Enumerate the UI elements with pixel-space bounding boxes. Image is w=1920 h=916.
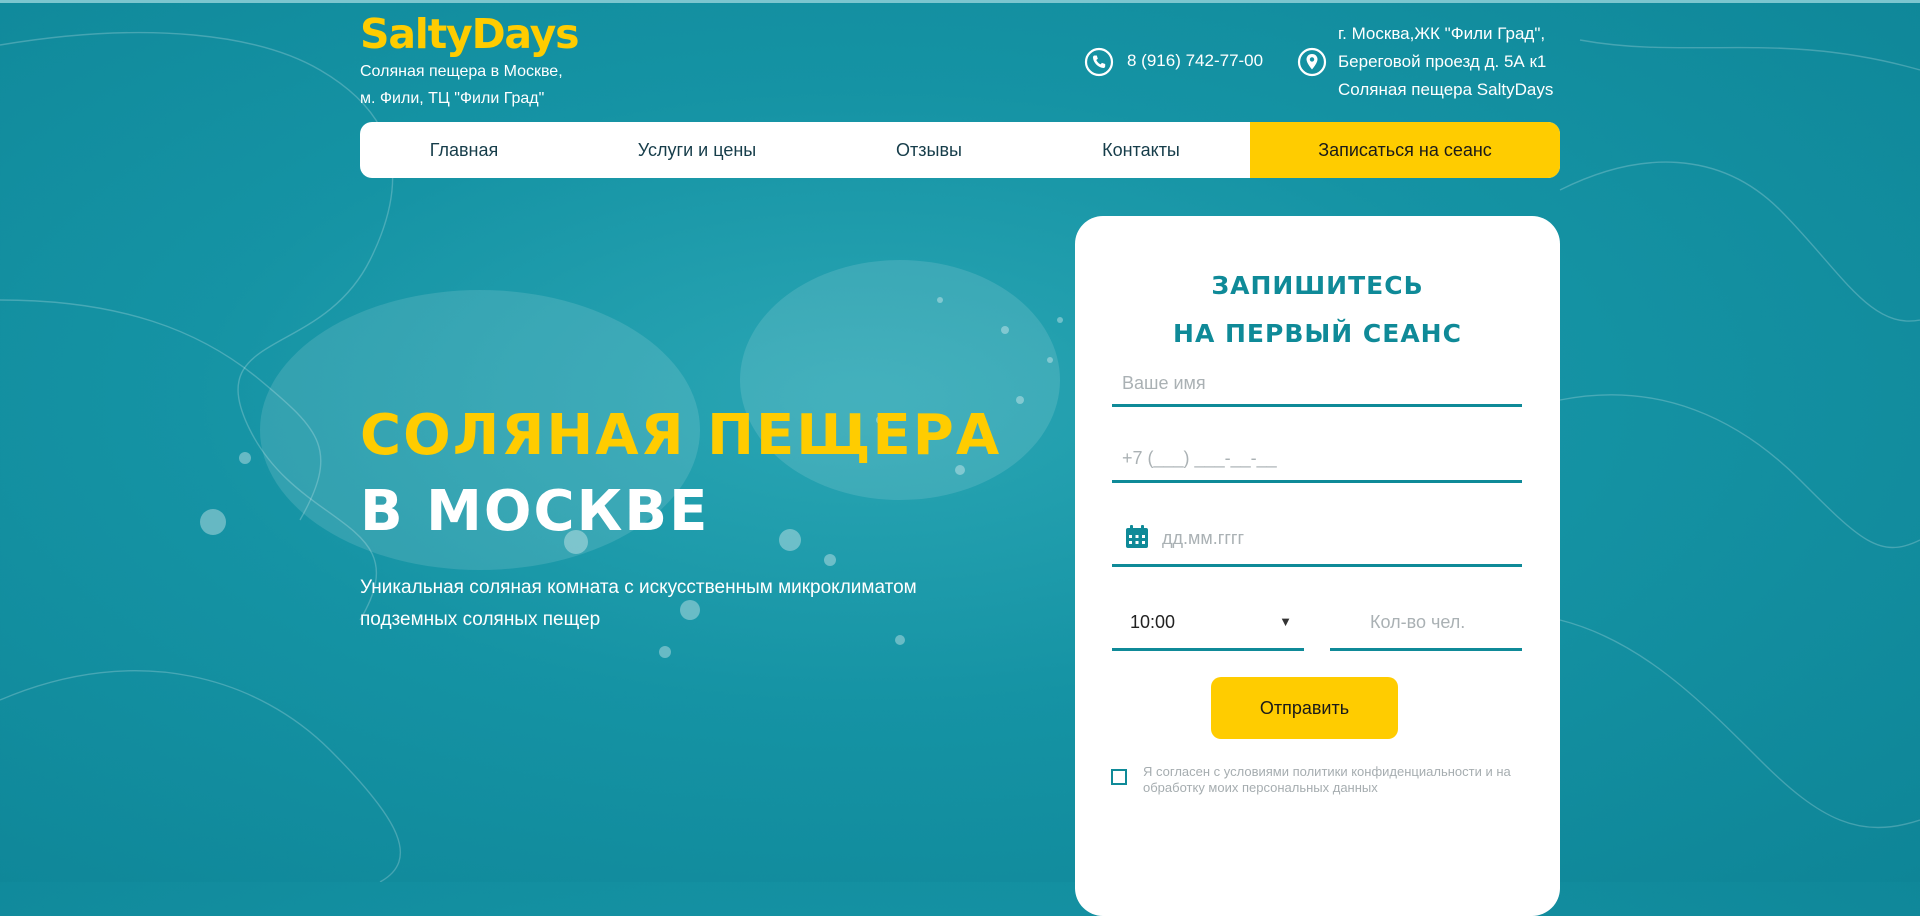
- hero-title: Соляная пещера в Москве: [360, 398, 1001, 550]
- book-session-button[interactable]: Записаться на сеанс: [1250, 122, 1560, 178]
- hero-subtitle: Уникальная соляная комната с искусственн…: [360, 577, 917, 630]
- address: г. Москва,ЖК "Фили Град", Береговой прое…: [1338, 20, 1553, 104]
- form-title-line-1: Запишитесь: [1211, 271, 1424, 300]
- address-line-2: Береговой проезд д. 5А к1: [1338, 52, 1547, 71]
- people-count-field: [1330, 596, 1522, 651]
- tagline: Соляная пещера в Москве, м. Фили, ТЦ "Фи…: [360, 58, 563, 112]
- nav-item-home[interactable]: Главная: [360, 122, 568, 178]
- people-count-input[interactable]: [1330, 596, 1522, 648]
- phone-input[interactable]: [1112, 436, 1522, 480]
- date-field: [1112, 512, 1522, 567]
- tagline-line-2: м. Фили, ТЦ "Фили Град": [360, 90, 545, 107]
- date-input[interactable]: [1112, 512, 1522, 564]
- hero-title-line-1: Соляная пещера: [360, 403, 1002, 468]
- hero-title-line-2: в Москве: [360, 479, 710, 544]
- location-pin-icon: [1297, 47, 1327, 77]
- form-title-line-2: на первый сеанс: [1173, 319, 1462, 348]
- nav-item-services[interactable]: Услуги и цены: [568, 122, 826, 178]
- phone-number[interactable]: 8 (916) 742-77-00: [1127, 51, 1263, 71]
- address-line-3: Соляная пещера SaltyDays: [1338, 80, 1554, 99]
- phone-field: [1112, 436, 1522, 483]
- chevron-down-icon: ▼: [1279, 614, 1292, 629]
- address-line-1: г. Москва,ЖК "Фили Град",: [1338, 24, 1546, 43]
- tagline-line-1: Соляная пещера в Москве,: [360, 63, 563, 80]
- calendar-icon[interactable]: [1124, 524, 1150, 550]
- consent-checkbox[interactable]: [1111, 769, 1127, 785]
- nav-item-contacts[interactable]: Контакты: [1032, 122, 1250, 178]
- submit-button[interactable]: Отправить: [1211, 677, 1398, 739]
- form-title: Запишитесь на первый сеанс: [1075, 262, 1560, 358]
- nav-item-reviews[interactable]: Отзывы: [826, 122, 1032, 178]
- main-nav: Главная Услуги и цены Отзывы Контакты За…: [360, 122, 1560, 178]
- logo[interactable]: SaltyDays: [360, 10, 580, 58]
- phone-icon: [1084, 47, 1114, 77]
- time-select[interactable]: 10:00 ▼: [1112, 596, 1304, 651]
- name-field: [1112, 362, 1522, 407]
- name-input[interactable]: [1112, 362, 1522, 404]
- time-select-value: 10:00: [1130, 611, 1176, 632]
- consent-text: Я согласен с условиями политики конфиден…: [1143, 764, 1511, 795]
